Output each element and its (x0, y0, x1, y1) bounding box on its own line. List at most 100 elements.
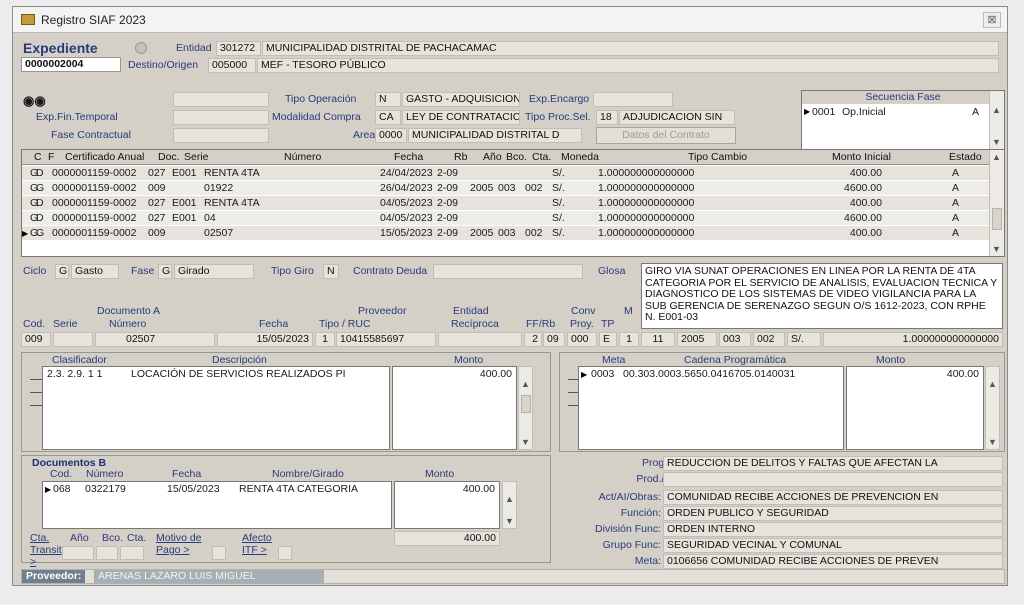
tipo-proc-value: ADJUDICACION SIN (619, 110, 735, 125)
cod-label: Cod. (23, 318, 46, 330)
table-cell: A (952, 182, 960, 194)
scroll-up-icon[interactable]: ▲ (992, 152, 1001, 162)
col-monto-inicial: Monto Inicial (832, 151, 891, 163)
fase-code: G (158, 264, 172, 279)
siaf-window: Registro SIAF 2023 ⊠ Expediente Entidad … (12, 6, 1008, 586)
table-cell: RENTA 4TA (204, 197, 260, 209)
afecto-itf-link[interactable]: Afecto ITF > (242, 532, 282, 556)
col-numero: Número (284, 151, 322, 163)
scroll-up-icon[interactable]: ▲ (988, 379, 997, 389)
clasificador-descripcion[interactable]: LOCACIÓN DE SERVICIOS REALIZADOS PI (131, 367, 346, 381)
proveedor-name: ARENAS LAZARO LUIS MIGUEL (94, 570, 324, 583)
table-row[interactable]: G G 0000001159-0002 009 01922 26/04/2023 2-09 2… (22, 181, 1004, 195)
table-cell: E001 (172, 167, 197, 179)
table-cell: 04 (204, 212, 216, 224)
search-box[interactable] (173, 92, 269, 107)
table-cell: D (36, 167, 44, 179)
scroll-down-icon[interactable]: ▼ (521, 437, 530, 447)
cadena-header: Cadena Programática (684, 354, 787, 366)
table-cell: 0000001159-0002 (52, 167, 137, 179)
table-cell: 26/04/2023 (380, 182, 433, 194)
docb-numero[interactable]: 0322179 (85, 482, 126, 496)
act-value: COMUNIDAD RECIBE ACCIONES DE PREVENCION … (663, 490, 1003, 505)
clasificador-monto[interactable]: 400.00 (480, 367, 512, 381)
row-pointer-icon: ▶ (22, 229, 29, 238)
table-cell: 2-09 (437, 182, 459, 194)
modalidad-code: CA (375, 110, 401, 125)
meta-list: ▶ 0003 00.303.0003.5650.0416705.0140031 (578, 366, 844, 450)
secuencia-fase: Op.Inicial (842, 106, 886, 118)
scroll-thumb[interactable] (992, 208, 1002, 230)
motivo-pago-link[interactable]: Motivo de Pago > (156, 532, 208, 556)
scroll-up-icon[interactable]: ▲ (521, 379, 530, 389)
scroll-up-icon[interactable]: ▲ (505, 494, 514, 504)
row-pointer-icon: ▶ (45, 485, 52, 494)
afecto-field[interactable] (278, 546, 292, 560)
expediente-status-icon (135, 42, 147, 54)
cta-transit-link[interactable]: Cta. Transit > (30, 532, 62, 568)
clasificador-code[interactable]: 2.3. 2.9. 1 1 (47, 367, 102, 381)
table-row[interactable]: G D 0000001159-0002 027 E001 RENTA 4TA 04/05/2… (22, 196, 1004, 210)
scroll-down-icon[interactable]: ▼ (988, 437, 997, 447)
docb-scrollbar[interactable]: ▲ ▼ (502, 481, 517, 529)
secuencia-fase-panel: Secuencia Fase ▶ 0001 Op.Inicial A ▲ ▼ (801, 90, 1005, 150)
monto-header: Monto (454, 354, 484, 366)
meta-monto[interactable]: 400.00 (947, 367, 979, 381)
bco-field[interactable] (96, 546, 118, 560)
docb-nombre[interactable]: RENTA 4TA CATEGORIA (239, 482, 358, 496)
scroll-down-icon[interactable]: ▼ (992, 137, 1001, 147)
expediente-number[interactable]: 0000002004 (21, 57, 121, 72)
docb-monto[interactable]: 400.00 (463, 482, 495, 496)
doc-a-rb: 09 (543, 332, 565, 347)
docb-cod[interactable]: 068 (53, 482, 71, 496)
entidad-col-label: Entidad (453, 305, 489, 317)
proy-label: Proy. (570, 318, 594, 330)
docb-fecha[interactable]: 15/05/2023 (167, 482, 220, 496)
tipo-proc-label: Tipo Proc.Sel. (525, 111, 591, 123)
table-cell: E001 (172, 197, 197, 209)
table-cell: 24/04/2023 (380, 167, 433, 179)
expediente-label: Expediente (23, 40, 98, 56)
scroll-down-icon[interactable]: ▼ (505, 516, 514, 526)
meta-scrollbar[interactable]: ▲ ▼ (985, 366, 1000, 450)
scroll-up-icon[interactable]: ▲ (992, 105, 1001, 115)
close-button[interactable]: ⊠ (983, 12, 1001, 28)
secuencia-scrollbar[interactable]: ▲ ▼ (989, 91, 1004, 149)
main-table-scrollbar[interactable]: ▲ ▼ (989, 150, 1004, 256)
app-icon (21, 14, 35, 25)
scroll-thumb[interactable] (521, 395, 531, 413)
col-bco: Bco. (506, 151, 528, 163)
table-cell: 0000001159-0002 (52, 227, 137, 239)
table-row[interactable]: G D 0000001159-0002 027 E001 04 04/05/2023 2-09… (22, 211, 1004, 225)
table-row[interactable]: G D 0000001159-0002 027 E001 RENTA 4TA 24/04/2… (22, 166, 1004, 180)
secuencia-row[interactable]: ▶ 0001 Op.Inicial A (802, 105, 990, 119)
row-pointer-icon: ▶ (804, 107, 811, 116)
contrato-deuda-label: Contrato Deuda (353, 265, 428, 277)
table-cell: 4600.00 (844, 212, 882, 224)
exp-fin-temporal-label: Exp.Fin.Temporal (36, 111, 118, 123)
table-cell: 0000001159-0002 (52, 182, 137, 194)
ano-field[interactable] (62, 546, 94, 560)
datos-contrato-button[interactable]: Datos del Contrato (596, 127, 736, 144)
table-row[interactable]: ▶ G G 0000001159-0002 009 02507 15/05/2023 2-09… (22, 226, 1004, 240)
meta-func-value: 0106656 COMUNIDAD RECIBE ACCIONES DE PRE… (663, 554, 1003, 569)
table-cell: D (36, 197, 44, 209)
meta-code[interactable]: 0003 (591, 367, 614, 381)
motivo-field[interactable] (212, 546, 226, 560)
clasificador-scrollbar[interactable]: ▲ ▼ (518, 366, 533, 450)
meta-cadena[interactable]: 00.303.0003.5650.0416705.0140031 (623, 367, 795, 381)
title-bar: Registro SIAF 2023 ⊠ (13, 7, 1007, 33)
cta-field[interactable] (120, 546, 144, 560)
destino-code: 005000 (208, 58, 256, 73)
glosa-text[interactable]: GIRO VIA SUNAT OPERACIONES EN LINEA POR … (641, 263, 1003, 329)
fecha-label: Fecha (259, 318, 289, 330)
table-cell: E001 (172, 212, 197, 224)
destino-label: Destino/Origen (128, 59, 199, 71)
tp-label: TP (601, 318, 615, 330)
scroll-down-icon[interactable]: ▼ (992, 244, 1001, 254)
binoculars-icon[interactable]: ◉◉ (23, 93, 46, 109)
exp-encargo-value (593, 92, 673, 107)
col-estado: Estado (949, 151, 982, 163)
col-tipo-cambio: Tipo Cambio (688, 151, 748, 163)
col-fecha: Fecha (394, 151, 424, 163)
